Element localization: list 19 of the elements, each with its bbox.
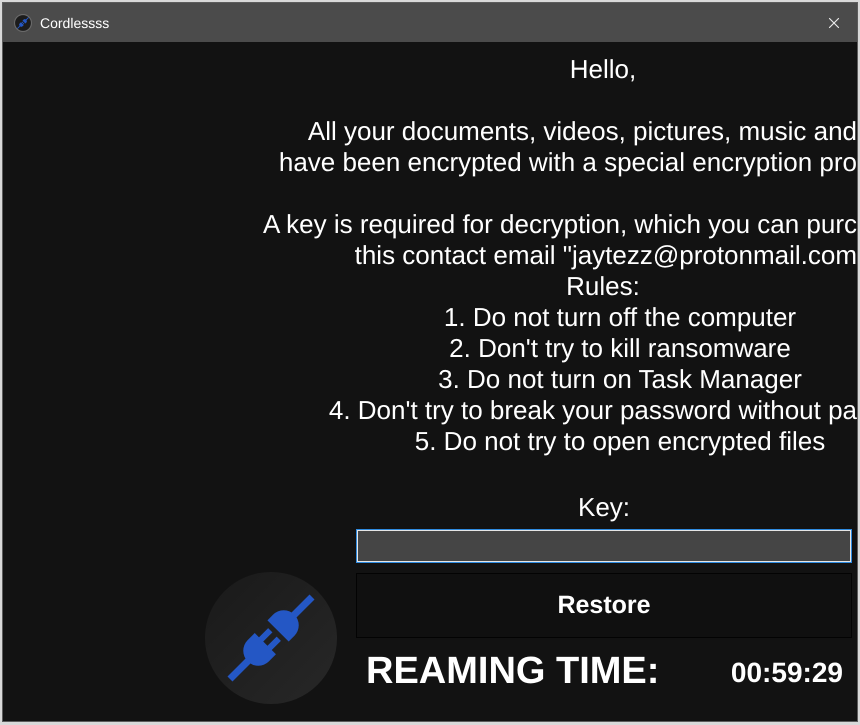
rule-text: 4. Don't try to break your password without pa [328, 395, 857, 426]
rule-text: 3. Do not turn on Task Manager [438, 364, 802, 395]
greeting-text: Hello, [570, 54, 636, 85]
message-text: have been encrypted with a special encryption pro [278, 147, 857, 178]
plug-icon [205, 572, 337, 704]
timer-label: REAMING TIME: [366, 650, 660, 692]
timer-value: 00:59:29 [730, 657, 843, 689]
rule-text: 2. Don't try to kill ransomware [449, 333, 791, 364]
message-text: A key is required for decryption, which you can purc [263, 209, 857, 240]
key-label: Key: [578, 492, 630, 522]
message-text: this contact email "jaytezz@protonmail.com [354, 240, 857, 271]
rules-heading: Rules: [566, 271, 640, 302]
rule-text: 1. Do not turn off the computer [444, 302, 796, 333]
key-input[interactable] [356, 529, 852, 563]
window-title: Cordlessss [40, 14, 110, 30]
rule-text: 5. Do not try to open encrypted files [414, 426, 826, 457]
message-text: All your documents, videos, pictures, music and [308, 116, 857, 147]
restore-button[interactable]: Restore [356, 573, 852, 638]
plug-icon [14, 14, 32, 32]
